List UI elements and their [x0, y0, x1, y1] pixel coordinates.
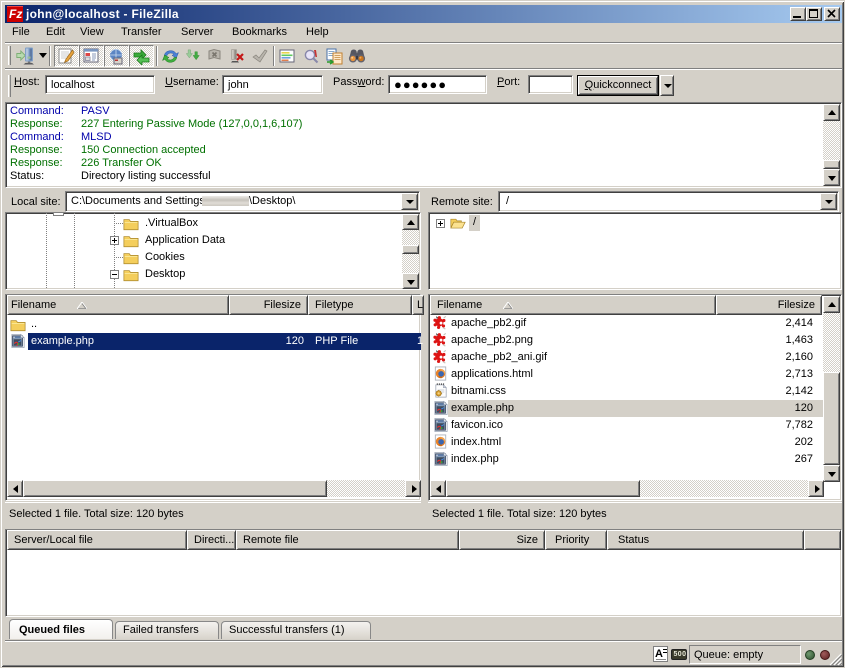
svg-text:Fz: Fz [9, 7, 22, 21]
